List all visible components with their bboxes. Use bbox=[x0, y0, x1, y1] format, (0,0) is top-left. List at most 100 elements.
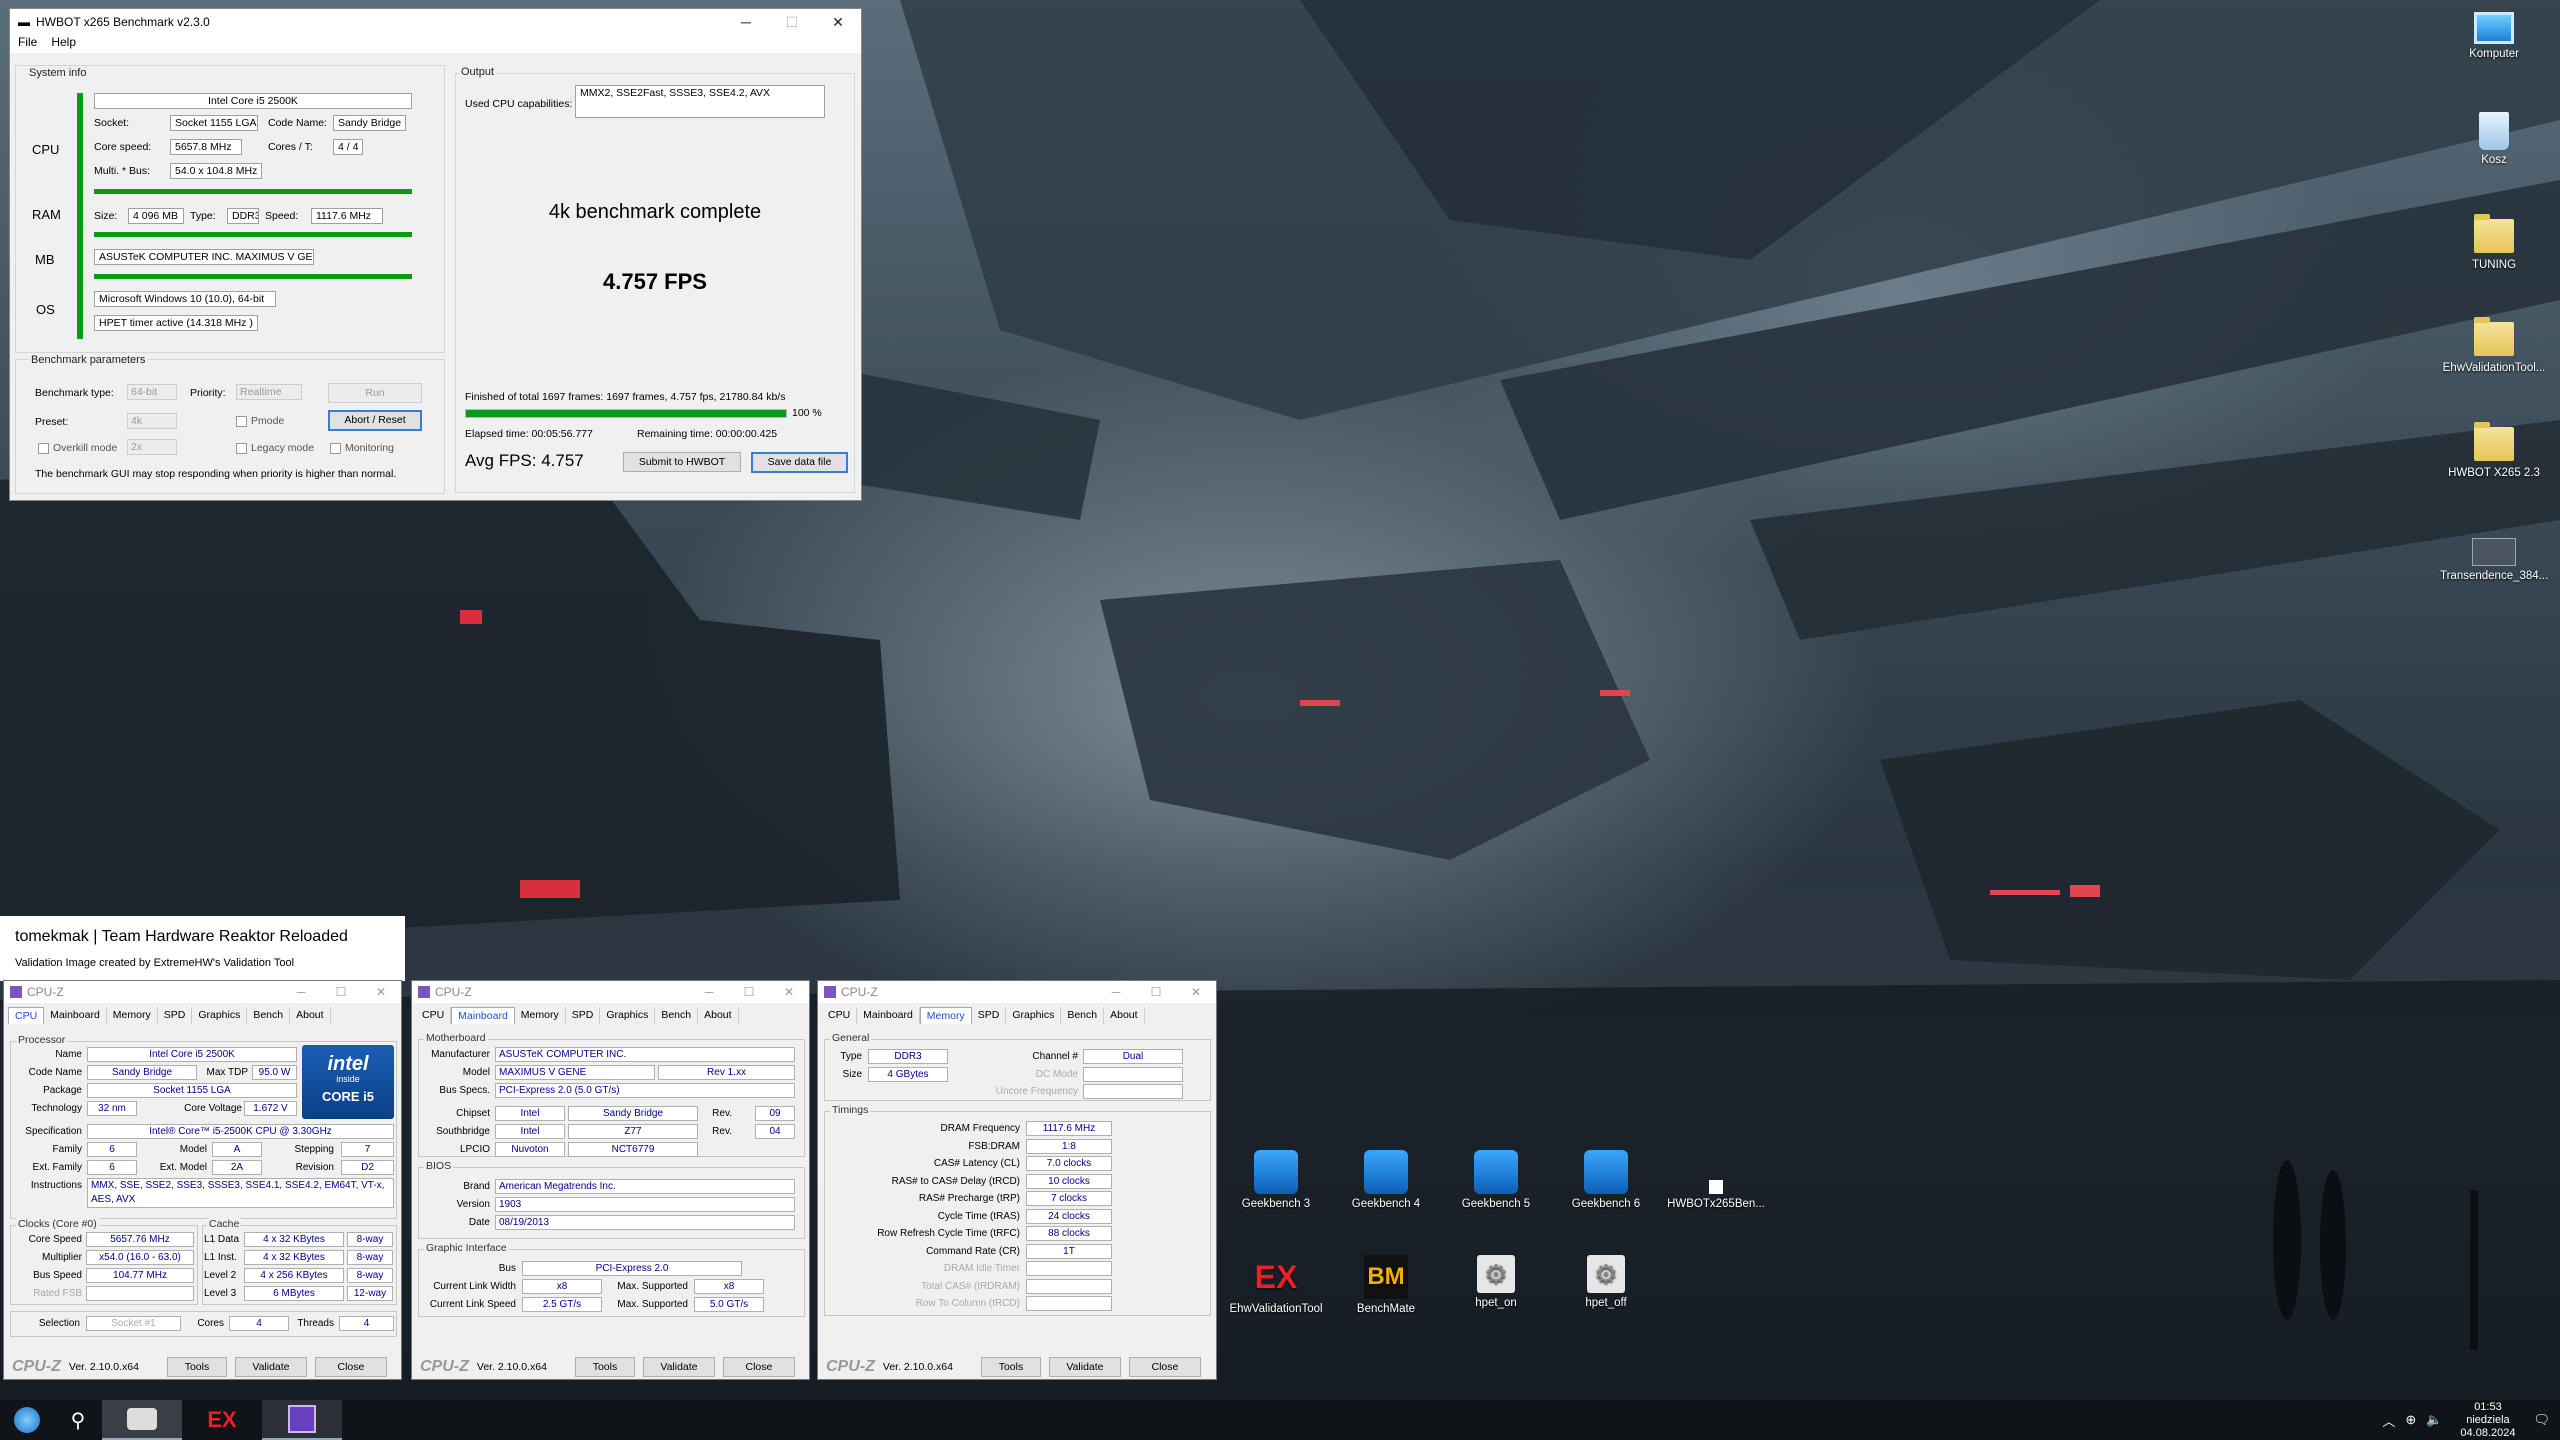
tab-cpu[interactable]: CPU bbox=[822, 1007, 858, 1024]
btype-select[interactable]: 64-bit bbox=[127, 384, 177, 400]
volume-icon[interactable]: 🔈 bbox=[2426, 1412, 2442, 1428]
desktop-icon-recycle-bin[interactable]: Kosz bbox=[2448, 112, 2540, 166]
tools-button[interactable]: Tools bbox=[166, 1357, 227, 1377]
minimize-button[interactable]: ─ bbox=[281, 985, 321, 999]
minimize-button[interactable]: ─ bbox=[1096, 985, 1136, 999]
desktop-icon-hpet-on[interactable]: ⚙ hpet_on bbox=[1450, 1255, 1542, 1309]
cpuz-titlebar[interactable]: CPU-Z ─ ☐ ✕ bbox=[818, 981, 1216, 1003]
tab-graphics[interactable]: Graphics bbox=[192, 1007, 248, 1024]
close-button[interactable]: ✕ bbox=[815, 14, 861, 31]
desktop-icon-benchmate[interactable]: BM BenchMate bbox=[1340, 1255, 1432, 1315]
close-button[interactable]: ✕ bbox=[361, 985, 401, 999]
desktop-icon-ehwvalidationtool[interactable]: EX EhwValidationTool bbox=[1226, 1255, 1326, 1315]
cpuz-titlebar[interactable]: CPU-Z ─ ☐ ✕ bbox=[412, 981, 809, 1003]
submit-hwbot-button[interactable]: Submit to HWBOT bbox=[623, 452, 741, 472]
cpuz-title: CPU-Z bbox=[435, 985, 472, 999]
cpuz-titlebar[interactable]: CPU-Z ─ ☐ ✕ bbox=[4, 981, 401, 1003]
geekbench-icon bbox=[1364, 1150, 1408, 1194]
close-button[interactable]: ✕ bbox=[769, 985, 809, 999]
desktop-icon-geekbench6[interactable]: Geekbench 6 bbox=[1560, 1150, 1652, 1210]
desktop-icon-transendence[interactable]: Transendence_384... bbox=[2440, 538, 2548, 582]
maximize-button[interactable]: ☐ bbox=[769, 14, 815, 31]
tab-mainboard[interactable]: Mainboard bbox=[451, 1007, 515, 1024]
start-button[interactable] bbox=[0, 1400, 54, 1440]
validate-button[interactable]: Validate bbox=[234, 1357, 307, 1377]
validate-button[interactable]: Validate bbox=[1048, 1357, 1121, 1377]
close-button[interactable]: Close bbox=[722, 1357, 795, 1377]
search-button[interactable]: ⚲ bbox=[54, 1400, 102, 1440]
timings-label: Timings bbox=[830, 1104, 871, 1116]
tab-spd[interactable]: SPD bbox=[972, 1007, 1007, 1024]
tab-memory[interactable]: Memory bbox=[107, 1007, 158, 1024]
notifications-icon[interactable]: 🗨 bbox=[2533, 1412, 2550, 1428]
desktop-icon-hwbot-folder[interactable]: HWBOT X265 2.3 bbox=[2448, 422, 2540, 479]
recycle-bin-icon bbox=[2479, 112, 2509, 150]
tab-memory[interactable]: Memory bbox=[919, 1007, 972, 1024]
taskbar-ehw[interactable]: EX bbox=[182, 1400, 262, 1440]
busspeed-value: 104.77 MHz bbox=[86, 1268, 194, 1283]
tab-spd[interactable]: SPD bbox=[566, 1007, 601, 1024]
tab-graphics[interactable]: Graphics bbox=[1006, 1007, 1062, 1024]
maximize-button[interactable]: ☐ bbox=[1136, 985, 1176, 999]
tab-mainboard[interactable]: Mainboard bbox=[857, 1007, 920, 1024]
desktop-icon-geekbench4[interactable]: Geekbench 4 bbox=[1340, 1150, 1432, 1210]
hwbot-titlebar[interactable]: ▬ HWBOT x265 Benchmark v2.3.0 ─ ☐ ✕ bbox=[10, 9, 861, 35]
network-icon[interactable]: ⊕ bbox=[2405, 1412, 2416, 1428]
priority-select[interactable]: Realtime bbox=[236, 384, 302, 400]
busspecs-value: PCI-Express 2.0 (5.0 GT/s) bbox=[495, 1083, 795, 1098]
tab-bench[interactable]: Bench bbox=[1061, 1007, 1105, 1024]
taskbar-cpuz[interactable] bbox=[262, 1400, 342, 1440]
timing-value: 24 clocks bbox=[1026, 1208, 1112, 1224]
menu-file[interactable]: File bbox=[18, 35, 37, 53]
tools-button[interactable]: Tools bbox=[574, 1357, 635, 1377]
tab-mainboard[interactable]: Mainboard bbox=[44, 1007, 107, 1024]
legacy-checkbox[interactable]: Legacy mode bbox=[236, 442, 314, 454]
run-button[interactable]: Run bbox=[328, 383, 422, 403]
tab-about[interactable]: About bbox=[1104, 1007, 1145, 1024]
maximize-button[interactable]: ☐ bbox=[729, 985, 769, 999]
monitoring-checkbox[interactable]: Monitoring bbox=[330, 442, 394, 454]
preset-select[interactable]: 4k bbox=[127, 413, 177, 429]
overkill-select[interactable]: 2x bbox=[127, 439, 177, 455]
tab-about[interactable]: About bbox=[290, 1007, 331, 1024]
desktop-icon-tuning[interactable]: TUNING bbox=[2448, 214, 2540, 271]
cpuz-footer: CPU-Z Ver. 2.10.0.x64 Tools Validate Clo… bbox=[412, 1355, 809, 1379]
revision-value: D2 bbox=[341, 1160, 394, 1175]
validate-button[interactable]: Validate bbox=[642, 1357, 715, 1377]
icon-label: HWBOTx265Ben... bbox=[1667, 1198, 1765, 1210]
tab-memory[interactable]: Memory bbox=[515, 1007, 566, 1024]
desktop-icon-hwbotx265[interactable]: HWBOTx265Ben... bbox=[1664, 1150, 1768, 1210]
save-data-button[interactable]: Save data file bbox=[751, 452, 848, 473]
desktop-icon-geekbench5[interactable]: Geekbench 5 bbox=[1450, 1150, 1542, 1210]
taskbar-hwbot[interactable] bbox=[102, 1400, 182, 1440]
selection-select[interactable]: Socket #1 bbox=[86, 1316, 181, 1331]
tools-button[interactable]: Tools bbox=[980, 1357, 1041, 1377]
icon-label: Geekbench 3 bbox=[1241, 1198, 1311, 1210]
tab-bench[interactable]: Bench bbox=[655, 1007, 699, 1024]
maximize-button[interactable]: ☐ bbox=[321, 985, 361, 999]
overkill-checkbox[interactable]: Overkill mode bbox=[38, 442, 117, 454]
revision-label: Revision bbox=[295, 1162, 334, 1173]
close-button[interactable]: Close bbox=[314, 1357, 387, 1377]
minimize-button[interactable]: ─ bbox=[723, 14, 769, 31]
tab-spd[interactable]: SPD bbox=[158, 1007, 193, 1024]
desktop-icon-geekbench3[interactable]: Geekbench 3 bbox=[1230, 1150, 1322, 1210]
pmode-checkbox[interactable]: Pmode bbox=[236, 415, 284, 427]
abort-reset-button[interactable]: Abort / Reset bbox=[328, 410, 422, 431]
clock[interactable]: 01:53 niedziela 04.08.2024 bbox=[2460, 1401, 2515, 1440]
tab-about[interactable]: About bbox=[698, 1007, 739, 1024]
tray-chevron-up-icon[interactable]: ︿ bbox=[2382, 1411, 2395, 1430]
desktop-icon-computer[interactable]: Komputer bbox=[2448, 8, 2540, 60]
tab-cpu[interactable]: CPU bbox=[416, 1007, 452, 1024]
menu-help[interactable]: Help bbox=[51, 35, 76, 53]
desktop-icon-ehwvalidation-folder[interactable]: EhwValidationTool... bbox=[2440, 317, 2548, 374]
close-button[interactable]: Close bbox=[1128, 1357, 1201, 1377]
minimize-button[interactable]: ─ bbox=[689, 985, 729, 999]
stepping-value: 7 bbox=[341, 1142, 394, 1157]
tab-graphics[interactable]: Graphics bbox=[600, 1007, 656, 1024]
tab-bench[interactable]: Bench bbox=[247, 1007, 291, 1024]
tab-cpu[interactable]: CPU bbox=[8, 1007, 45, 1024]
close-button[interactable]: ✕ bbox=[1176, 985, 1216, 999]
cpuz-footer: CPU-Z Ver. 2.10.0.x64 Tools Validate Clo… bbox=[818, 1355, 1216, 1379]
desktop-icon-hpet-off[interactable]: ⚙ hpet_off bbox=[1560, 1255, 1652, 1309]
